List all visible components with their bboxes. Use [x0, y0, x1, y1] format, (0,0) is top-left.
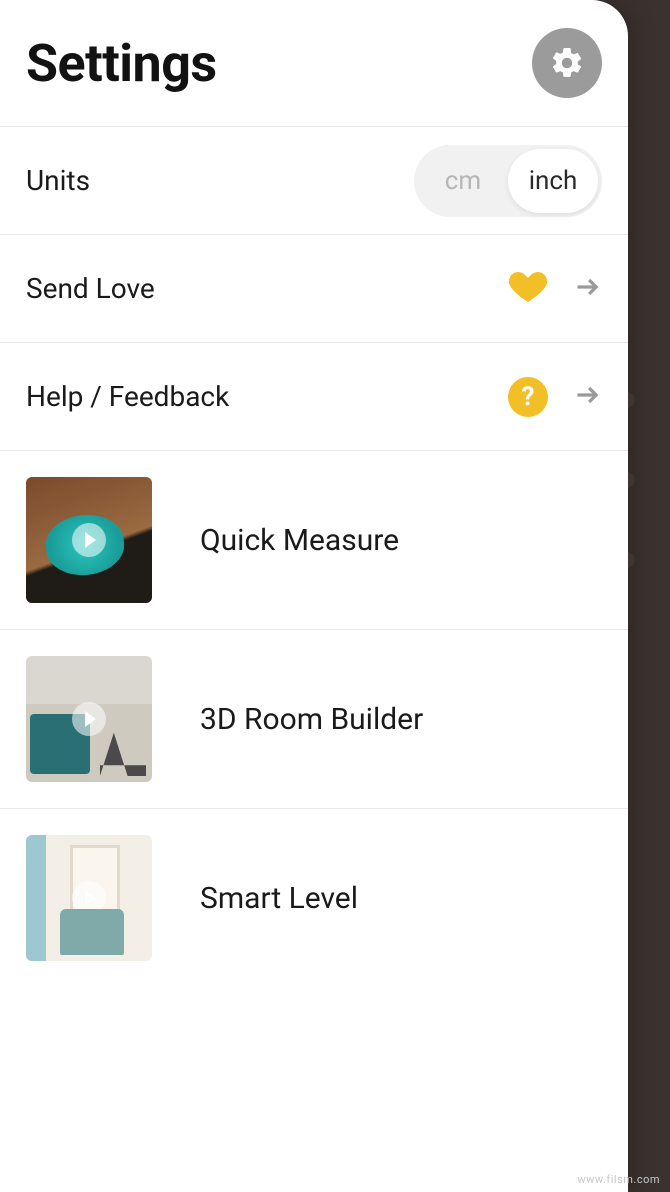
- tutorial-label: 3D Room Builder: [200, 702, 423, 737]
- units-option-inch[interactable]: inch: [508, 149, 598, 213]
- row-units: Units cm inch: [0, 126, 628, 234]
- play-icon: [72, 702, 106, 736]
- header: Settings: [0, 0, 628, 126]
- row-help-feedback[interactable]: Help / Feedback ?: [0, 342, 628, 450]
- page-title: Settings: [26, 33, 217, 94]
- tutorial-label: Smart Level: [200, 881, 358, 916]
- tutorial-3d-room-builder[interactable]: 3D Room Builder: [0, 629, 628, 808]
- settings-gear-button[interactable]: [532, 28, 602, 98]
- row-send-love[interactable]: Send Love: [0, 234, 628, 342]
- units-label: Units: [26, 164, 414, 197]
- tutorial-quick-measure[interactable]: Quick Measure: [0, 450, 628, 629]
- units-option-cm[interactable]: cm: [418, 149, 508, 213]
- tutorial-smart-level[interactable]: Smart Level: [0, 808, 628, 987]
- chevron-right-icon: [574, 381, 602, 413]
- play-icon: [72, 881, 106, 915]
- play-icon: [72, 523, 106, 557]
- watermark: www.filsm.com: [577, 1173, 660, 1186]
- send-love-label: Send Love: [26, 272, 508, 305]
- settings-panel: Settings Units cm inch Send Love Help / …: [0, 0, 628, 1192]
- tutorial-thumbnail: [26, 835, 152, 961]
- chevron-right-icon: [574, 273, 602, 305]
- tutorial-thumbnail: [26, 656, 152, 782]
- gear-icon: [549, 45, 585, 81]
- tutorial-label: Quick Measure: [200, 523, 399, 558]
- question-icon: ?: [508, 377, 548, 417]
- units-segmented-control[interactable]: cm inch: [414, 145, 602, 217]
- heart-icon: [508, 267, 548, 311]
- help-label: Help / Feedback: [26, 380, 508, 413]
- tutorial-thumbnail: [26, 477, 152, 603]
